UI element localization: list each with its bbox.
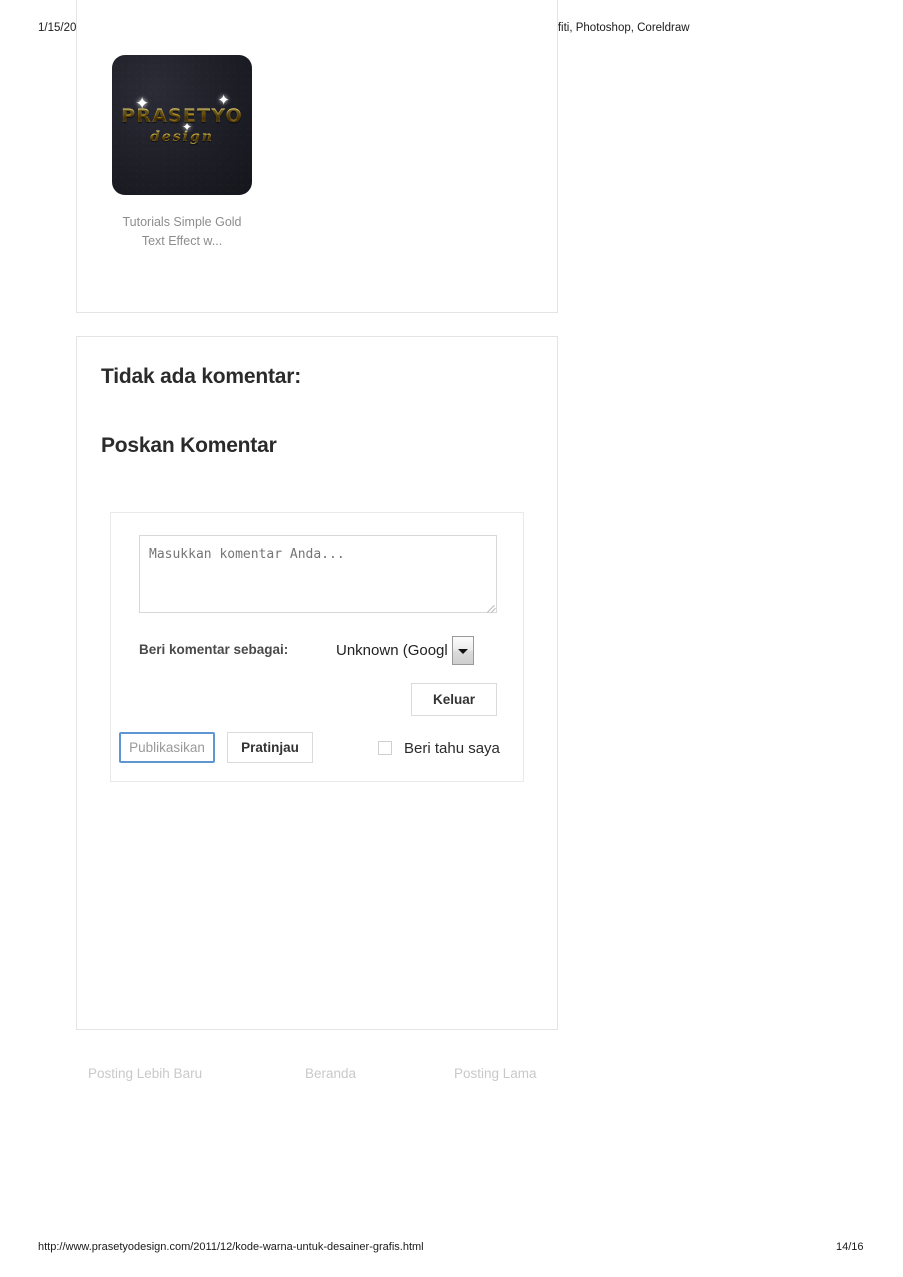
blog-navigation: Posting Lebih Baru Beranda Posting Lama (76, 1066, 558, 1088)
thumbnail-title-text: PRASETYO (112, 105, 252, 127)
comments-panel: Tidak ada komentar: Poskan Komentar Beri… (76, 336, 558, 1030)
post-comment-heading: Poskan Komentar (101, 434, 277, 457)
chevron-down-icon[interactable] (452, 636, 474, 665)
publish-button[interactable]: Publikasikan (119, 732, 215, 763)
older-post-link[interactable]: Posting Lama (454, 1066, 537, 1081)
notify-me-row[interactable]: Beri tahu saya (378, 737, 500, 759)
home-link[interactable]: Beranda (305, 1066, 356, 1081)
print-footer-url: http://www.prasetyodesign.com/2011/12/ko… (38, 1241, 424, 1253)
print-footer: http://www.prasetyodesign.com/2011/12/ko… (0, 1241, 903, 1257)
logout-button[interactable]: Keluar (411, 683, 497, 716)
related-post-caption[interactable]: Tutorials Simple Gold Text Effect w... (111, 213, 253, 251)
notify-me-checkbox[interactable] (378, 741, 392, 755)
print-footer-page-number: 14/16 (836, 1241, 864, 1253)
identity-row: Beri komentar sebagai: Unknown (Google) (111, 631, 523, 671)
identity-select-value: Unknown (Google) (336, 642, 448, 659)
comment-input[interactable] (139, 535, 497, 613)
notify-me-label: Beri tahu saya (404, 739, 500, 757)
related-posts-panel: ✦ ✦ ✦ PRASETYO design Tutorials Simple G… (76, 0, 558, 313)
identity-select[interactable]: Unknown (Google) (330, 631, 480, 671)
related-post-thumbnail[interactable]: ✦ ✦ ✦ PRASETYO design (112, 55, 252, 195)
related-post-item[interactable]: ✦ ✦ ✦ PRASETYO design Tutorials Simple G… (111, 55, 253, 251)
no-comments-heading: Tidak ada komentar: (101, 365, 302, 388)
comment-form: Beri komentar sebagai: Unknown (Google) … (110, 512, 524, 782)
preview-button[interactable]: Pratinjau (227, 732, 313, 763)
identity-label: Beri komentar sebagai: (139, 642, 289, 657)
thumbnail-subtitle-text: design (112, 129, 252, 145)
newer-post-link[interactable]: Posting Lebih Baru (88, 1066, 202, 1081)
